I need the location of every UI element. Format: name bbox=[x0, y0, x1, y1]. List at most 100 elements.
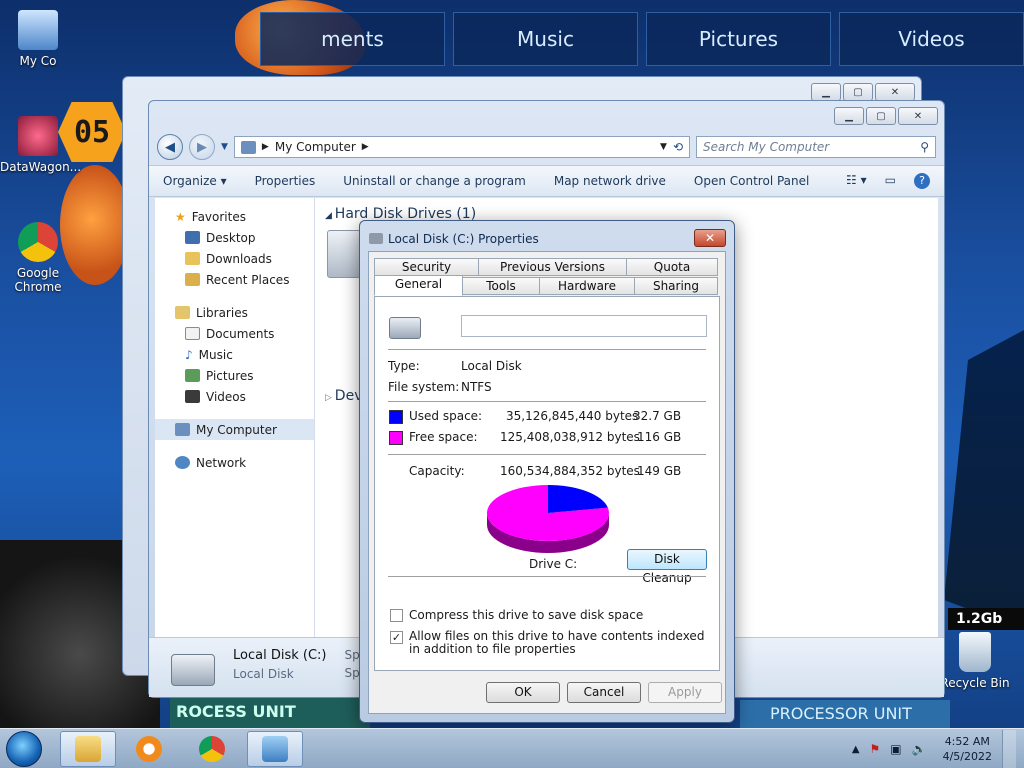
capacity-label: Capacity: bbox=[409, 464, 465, 478]
file-system-value: NTFS bbox=[461, 380, 492, 394]
star-icon: ★ bbox=[175, 209, 186, 224]
drive-c-tile[interactable] bbox=[327, 230, 361, 278]
show-hidden-icons-icon[interactable]: ▲ bbox=[852, 744, 860, 755]
taskbar-explorer[interactable] bbox=[60, 731, 116, 767]
tab-security[interactable]: Security bbox=[374, 258, 479, 276]
compress-checkbox[interactable] bbox=[390, 609, 403, 622]
nav-libraries[interactable]: Libraries bbox=[155, 302, 314, 323]
nav-music[interactable]: ♪ Music bbox=[155, 344, 314, 365]
view-options-icon[interactable]: ☷ ▾ bbox=[846, 173, 867, 189]
network-icon[interactable]: ▣ bbox=[890, 742, 901, 756]
tab-tools[interactable]: Tools bbox=[462, 277, 540, 295]
used-space-size: 32.7 GB bbox=[633, 409, 682, 423]
used-space-swatch bbox=[389, 410, 403, 424]
tab-sharing[interactable]: Sharing bbox=[634, 277, 718, 295]
taskbar: ▲ ⚑ ▣ 🔈 4:52 AM 4/5/2022 bbox=[0, 728, 1024, 768]
nav-videos[interactable]: Videos bbox=[155, 386, 314, 407]
nav-documents[interactable]: Documents bbox=[155, 323, 314, 344]
used-space-label: Used space: bbox=[409, 409, 483, 423]
taskbar-control-panel[interactable] bbox=[247, 731, 303, 767]
clock[interactable]: 4:52 AM 4/5/2022 bbox=[943, 734, 992, 764]
start-button[interactable] bbox=[6, 731, 42, 767]
close-icon[interactable]: ✕ bbox=[694, 229, 726, 247]
uninstall-program-button[interactable]: Uninstall or change a program bbox=[343, 174, 526, 188]
properties-button[interactable]: Properties bbox=[255, 174, 316, 188]
tab-quota[interactable]: Quota bbox=[626, 258, 718, 276]
taskbar-chrome[interactable] bbox=[184, 731, 240, 767]
nav-favorites[interactable]: ★ Favorites bbox=[155, 206, 314, 227]
free-space-swatch bbox=[389, 431, 403, 445]
dialog-body: Security Previous Versions Quota General… bbox=[368, 251, 726, 714]
map-network-drive-button[interactable]: Map network drive bbox=[554, 174, 666, 188]
collapse-triangle-icon: ◢ bbox=[325, 211, 335, 221]
volume-icon[interactable]: 🔈 bbox=[912, 742, 927, 756]
address-dropdown-icon[interactable]: ▼ bbox=[660, 142, 667, 152]
taskbar-media-player[interactable] bbox=[121, 731, 177, 767]
apply-button[interactable]: Apply bbox=[648, 682, 722, 703]
media-tab-videos[interactable]: Videos bbox=[839, 12, 1024, 66]
recent-pages-chevron-icon[interactable]: ▼ bbox=[221, 142, 228, 152]
breadcrumb-my-computer[interactable]: My Computer bbox=[275, 140, 356, 154]
help-icon[interactable]: ? bbox=[914, 173, 930, 189]
tab-general[interactable]: General bbox=[374, 275, 463, 296]
minimize-icon[interactable]: ▁ bbox=[811, 83, 841, 101]
media-tab-pictures[interactable]: Pictures bbox=[646, 12, 831, 66]
folder-icon bbox=[75, 736, 101, 762]
tab-hardware[interactable]: Hardware bbox=[539, 277, 635, 295]
drive-caption: Drive C: bbox=[529, 557, 578, 571]
free-space-bytes: 125,408,038,912 bytes bbox=[500, 430, 640, 444]
close-icon[interactable]: ✕ bbox=[875, 83, 915, 101]
search-placeholder: Search My Computer bbox=[703, 140, 830, 154]
nav-downloads[interactable]: Downloads bbox=[155, 248, 314, 269]
recycle-bin-icon bbox=[959, 632, 991, 672]
nav-recent-places[interactable]: Recent Places bbox=[155, 269, 314, 290]
search-icon[interactable]: ⚲ bbox=[920, 140, 929, 154]
system-tray: ▲ ⚑ ▣ 🔈 4:52 AM 4/5/2022 bbox=[852, 729, 1024, 768]
tab-previous-versions[interactable]: Previous Versions bbox=[478, 258, 627, 276]
action-center-icon[interactable]: ⚑ bbox=[870, 742, 881, 756]
chrome-icon bbox=[18, 222, 58, 262]
media-tab-documents[interactable]: ments bbox=[260, 12, 445, 66]
index-checkbox[interactable]: ✓ bbox=[390, 631, 403, 644]
open-control-panel-button[interactable]: Open Control Panel bbox=[694, 174, 809, 188]
minimize-icon[interactable]: ▁ bbox=[834, 107, 864, 125]
volume-label-input[interactable] bbox=[461, 315, 707, 337]
search-input[interactable]: Search My Computer ⚲ bbox=[696, 136, 936, 158]
ok-button[interactable]: OK bbox=[486, 682, 560, 703]
nav-my-computer[interactable]: My Computer bbox=[155, 419, 314, 440]
index-label: Allow files on this drive to have conten… bbox=[409, 629, 705, 656]
navigation-bar: ◀ ▶ ▼ ▶ My Computer ▶ ▼ ⟲ Search My Comp… bbox=[157, 133, 936, 161]
organize-button[interactable]: Organize ▾ bbox=[163, 174, 227, 188]
drive-properties-dialog[interactable]: Local Disk (C:) Properties ✕ Security Pr… bbox=[359, 220, 735, 723]
nav-network[interactable]: Network bbox=[155, 452, 314, 473]
nav-desktop[interactable]: Desktop bbox=[155, 227, 314, 248]
music-icon: ♪ bbox=[185, 347, 193, 362]
disk-cleanup-button[interactable]: Disk Cleanup bbox=[627, 549, 707, 585]
maximize-icon[interactable]: ▢ bbox=[843, 83, 873, 101]
address-bar[interactable]: ▶ My Computer ▶ ▼ ⟲ bbox=[233, 136, 690, 158]
show-desktop-button[interactable] bbox=[1002, 730, 1016, 768]
nav-pictures[interactable]: Pictures bbox=[155, 365, 314, 386]
wallpaper-processor-label-left: ROCESS UNIT bbox=[170, 698, 370, 728]
close-icon[interactable]: ✕ bbox=[898, 107, 938, 125]
caption-buttons: ▁ ▢ ✕ bbox=[811, 83, 915, 101]
desktop-icon-recycle-bin[interactable]: Recycle Bin bbox=[937, 632, 1013, 690]
maximize-icon[interactable]: ▢ bbox=[866, 107, 896, 125]
desktop-icon-my-computer[interactable]: My Co bbox=[0, 10, 76, 68]
wallpaper-speed-label: 1.2Gb bbox=[948, 608, 1024, 630]
desktop-icon-label: Recycle Bin bbox=[940, 676, 1010, 690]
back-arrow-icon[interactable]: ◀ bbox=[157, 134, 183, 160]
media-tab-music[interactable]: Music bbox=[453, 12, 638, 66]
libraries-icon bbox=[175, 306, 190, 319]
documents-icon bbox=[185, 327, 200, 340]
preview-pane-icon[interactable]: ▭ bbox=[885, 173, 896, 189]
breadcrumb-separator-icon: ▶ bbox=[361, 142, 369, 152]
datawagon-icon bbox=[18, 116, 58, 156]
type-value: Local Disk bbox=[461, 359, 522, 373]
desktop-icon-chrome[interactable]: Google Chrome bbox=[0, 222, 76, 294]
refresh-icon[interactable]: ⟲ bbox=[673, 140, 683, 154]
cancel-button[interactable]: Cancel bbox=[567, 682, 641, 703]
desktop-icon-datawagon[interactable]: DataWagon... bbox=[0, 116, 81, 174]
forward-arrow-icon[interactable]: ▶ bbox=[189, 134, 215, 160]
compress-label: Compress this drive to save disk space bbox=[409, 608, 644, 622]
